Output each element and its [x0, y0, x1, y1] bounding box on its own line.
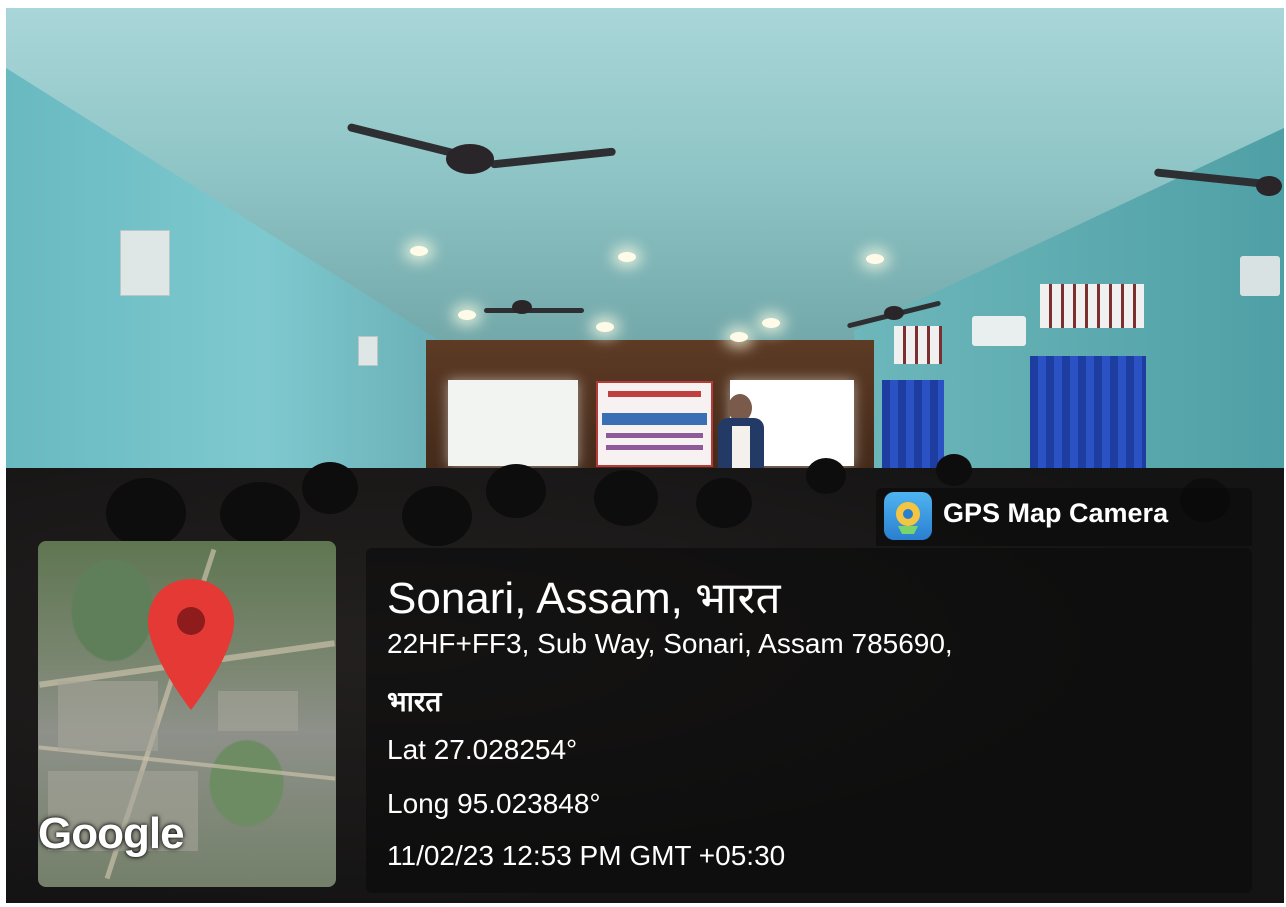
ceiling-light [458, 310, 476, 320]
location-title: Sonari, Assam, भारत [387, 574, 781, 623]
map-pin-camera-icon [884, 492, 932, 540]
latitude: Lat 27.028254° [387, 734, 578, 765]
projector-screen-left [448, 380, 578, 466]
ceiling-fan [1256, 176, 1282, 196]
audience-head [106, 478, 186, 548]
datetime: 11/02/23 12:53 PM GMT +05:30 [387, 840, 786, 871]
location-pin-icon [148, 579, 234, 710]
ceiling-light [618, 252, 636, 262]
ceiling-light [866, 254, 884, 264]
audience-head [806, 458, 846, 494]
address-line-1: 22HF+FF3, Sub Way, Sonari, Assam 785690, [387, 628, 953, 659]
audience-head [936, 454, 972, 486]
ceiling-fan [512, 300, 532, 314]
curtain-right [1030, 356, 1146, 484]
air-conditioner [1240, 256, 1280, 296]
app-name: GPS Map Camera [943, 498, 1169, 528]
audience-head [302, 462, 358, 514]
ceiling-light [410, 246, 428, 256]
wall-speaker [358, 336, 378, 366]
ceiling-light [730, 332, 748, 342]
mini-map: Google [38, 541, 336, 887]
ceiling-light [596, 322, 614, 332]
ceiling-light [762, 318, 780, 328]
wall-speaker [120, 230, 170, 296]
vent-window [894, 326, 942, 364]
address-line-2: भारत [387, 686, 442, 717]
audience-head [594, 470, 658, 526]
photo-frame: GPS Map Camera Google Sonari, Assam, भार… [6, 8, 1284, 903]
ceiling-fan [446, 144, 494, 174]
curtain-left [882, 380, 944, 472]
vent-window [1040, 284, 1144, 328]
audience-head [486, 464, 546, 518]
air-conditioner [972, 316, 1026, 346]
longitude: Long 95.023848° [387, 788, 601, 819]
ceiling-fan [884, 306, 904, 320]
audience-head [696, 478, 752, 528]
audience-head [402, 486, 472, 546]
event-banner [596, 381, 713, 467]
ceiling-fan-blade [484, 308, 584, 313]
audience-head [220, 482, 300, 546]
google-logo: Google [38, 809, 185, 858]
